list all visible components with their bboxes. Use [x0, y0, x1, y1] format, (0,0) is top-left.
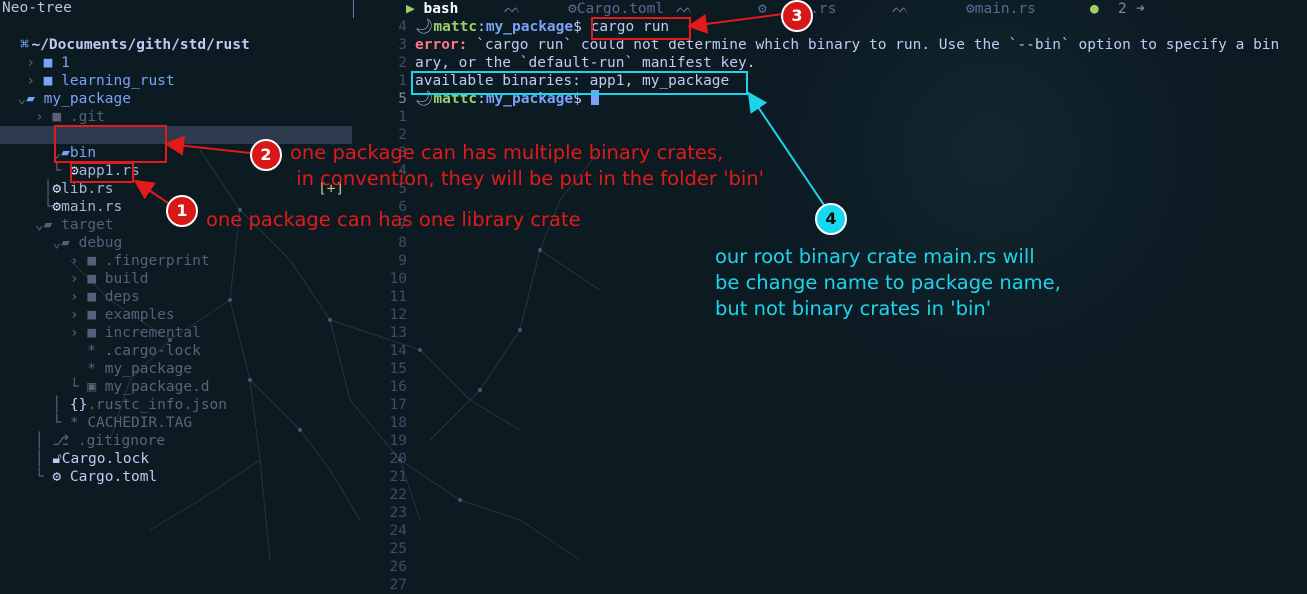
arrow-3: [687, 13, 784, 34]
annotation-marker-2: 2: [250, 139, 282, 171]
arrow-2: [164, 135, 251, 156]
annotation-marker-4: 4: [815, 203, 847, 235]
annotation-marker-3: 3: [781, 0, 813, 32]
annotation-marker-1: 1: [166, 195, 198, 227]
annotation-text-1: one package can has one library crate: [206, 208, 581, 231]
arrow-1: [133, 179, 169, 204]
annotation-text-2: one package can has multiple binary crat…: [290, 141, 764, 190]
annotation-text-4: our root binary crate main.rs will be ch…: [715, 245, 1061, 320]
annotation-arrows: [133, 13, 825, 206]
